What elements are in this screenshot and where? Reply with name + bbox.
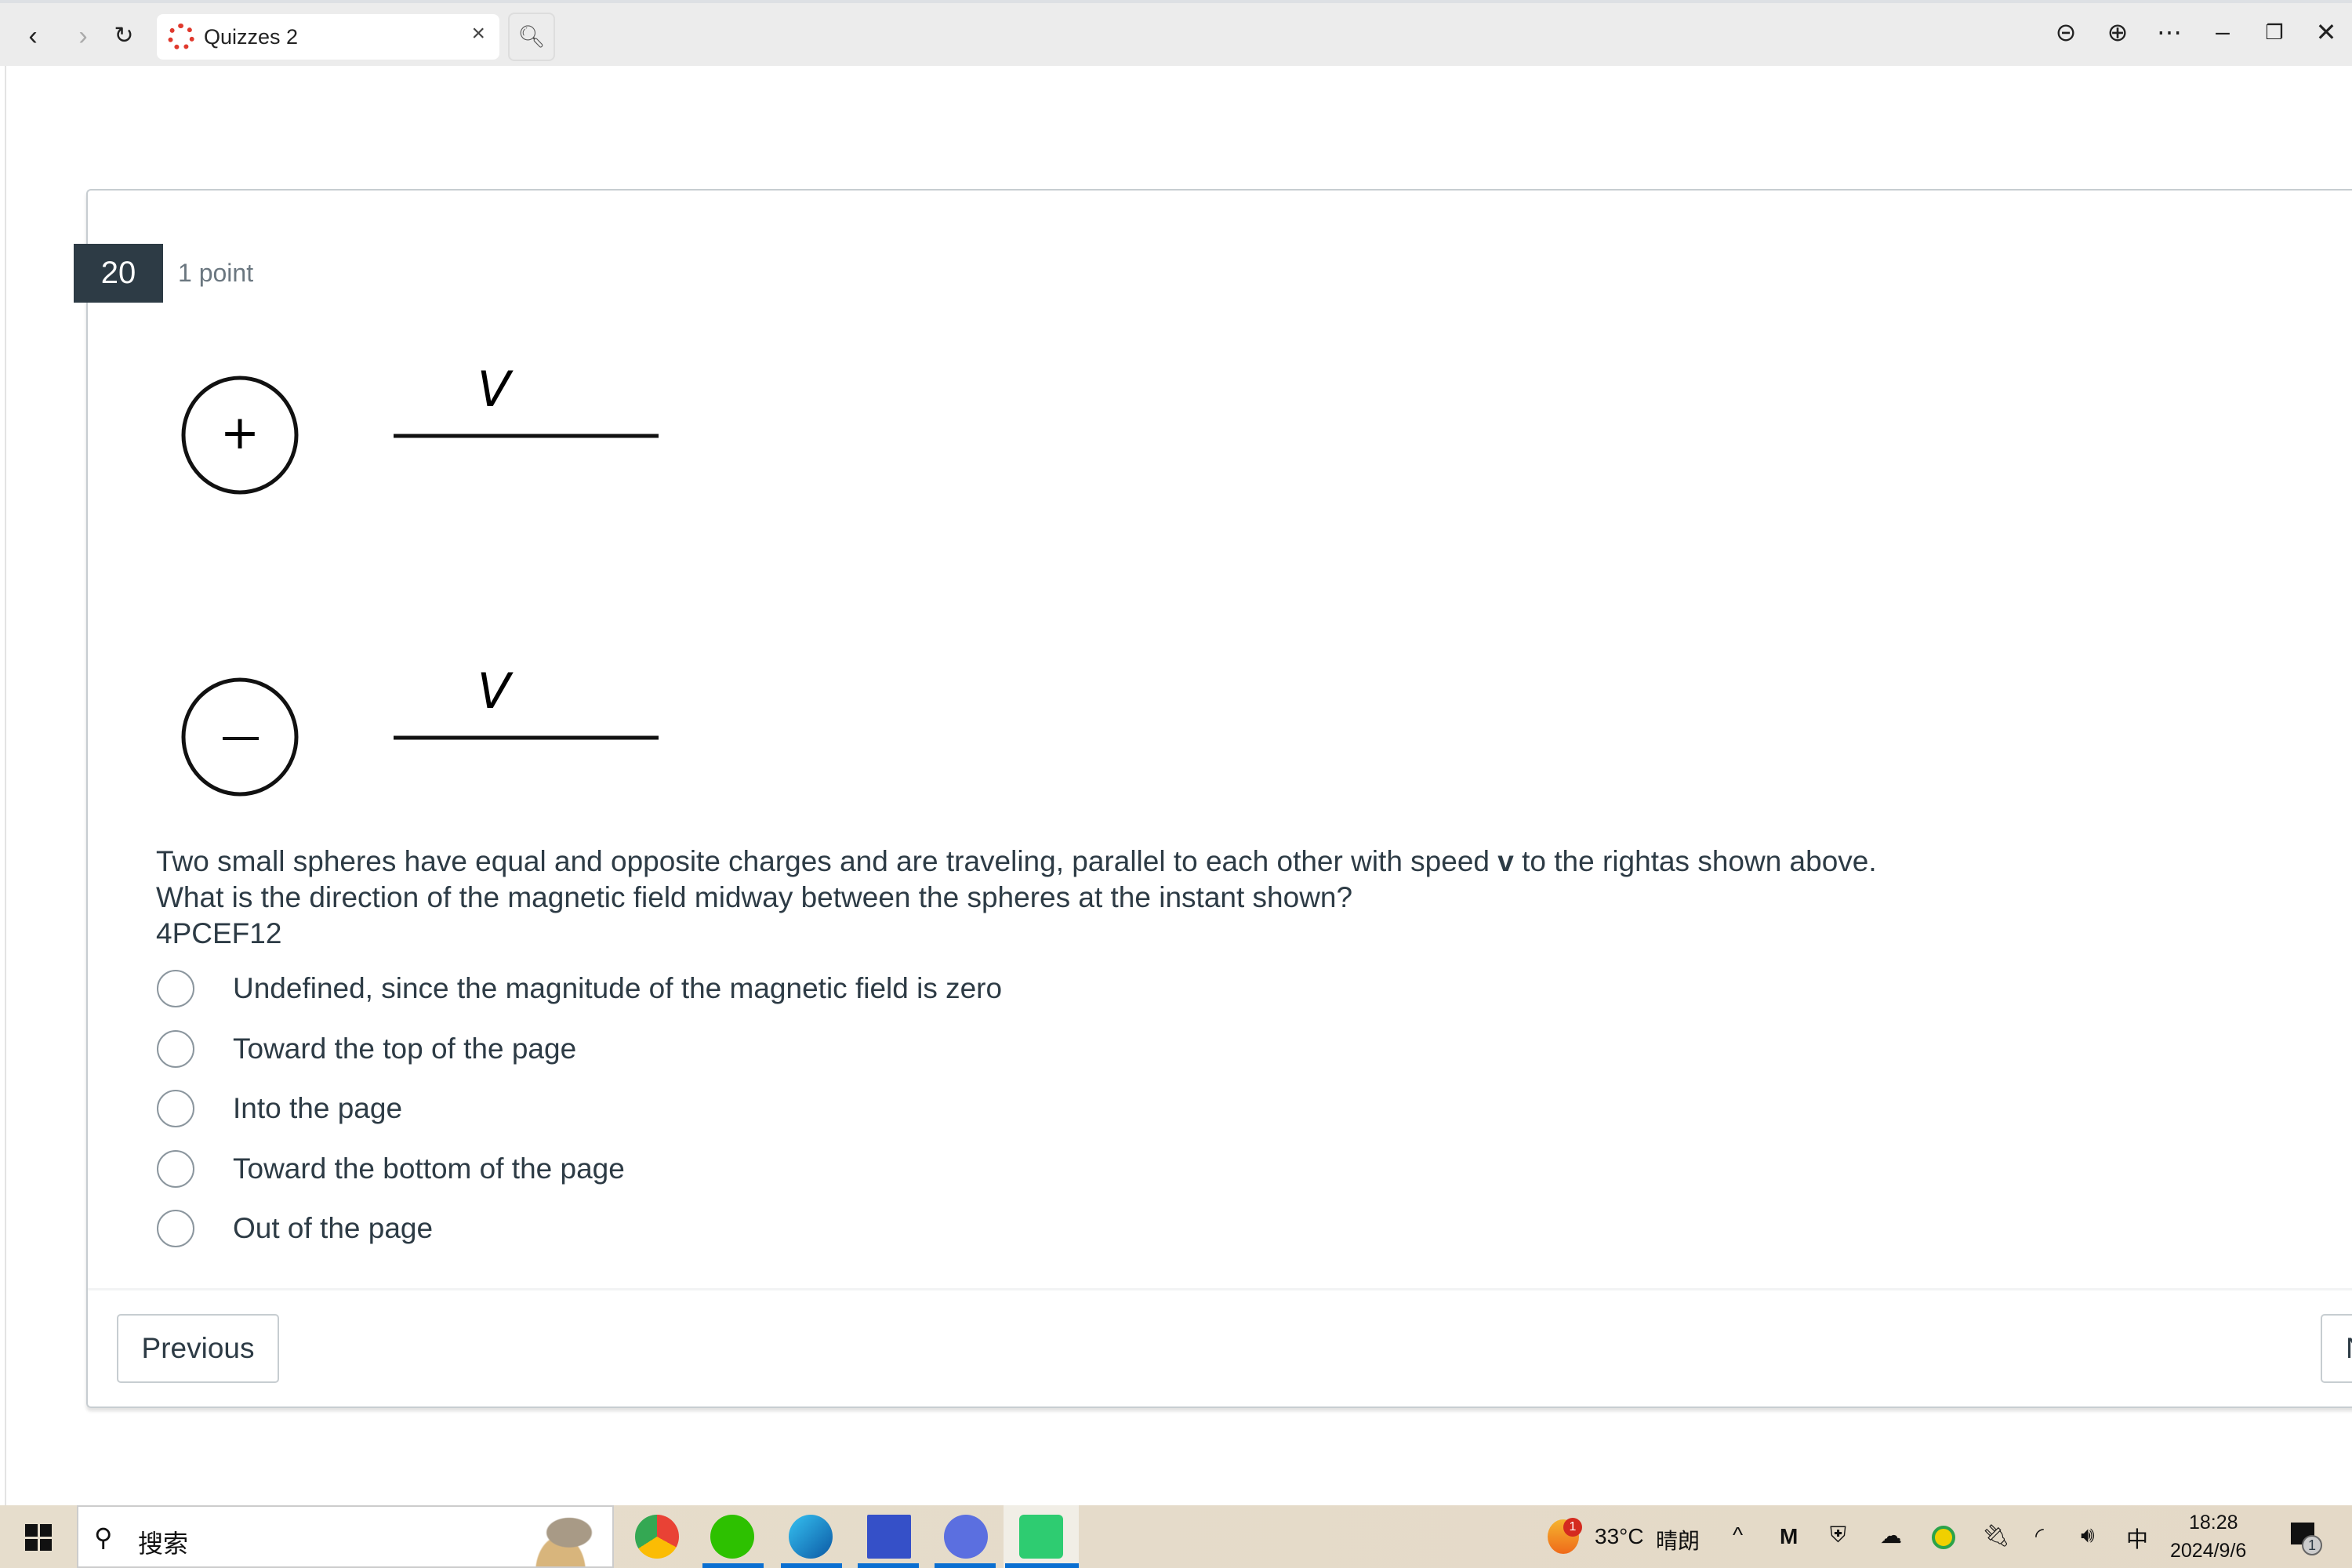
option-radio[interactable] [157,1150,194,1188]
cloud-app-icon[interactable] [944,1515,988,1559]
close-tab-icon[interactable]: × [471,20,485,47]
browser-tab[interactable]: Quizzes 2 × [157,14,499,60]
option-radio[interactable] [157,970,194,1007]
windows-start-icon[interactable] [25,1524,52,1551]
taskbar: ⚲ 搜索 1 33°C 晴朗 ^ M ⛨ ☁ 🔌︎ ◜ 🔊︎ 中 18:28 2… [0,1505,2352,1568]
weather-badge: 1 [1563,1518,1582,1537]
canvas-logo-icon [168,24,194,50]
close-window-icon[interactable]: ✕ [2307,17,2346,47]
refresh-icon[interactable]: ↻ [107,19,141,53]
volume-icon[interactable]: 🔊︎ [2081,1523,2095,1548]
question-text-line2: What is the direction of the magnetic fi… [156,881,1353,913]
restore-icon[interactable]: ❐ [2255,20,2294,45]
clock-date[interactable]: 2024/9/6 [2170,1540,2246,1563]
ime-indicator[interactable]: 中 [2126,1523,2148,1554]
tab-title: Quizzes 2 [204,25,299,49]
wifi-icon[interactable]: ◜ [2035,1523,2044,1548]
question-points: 1 point [178,259,254,287]
question-code: 4PCEF12 [156,917,282,949]
chrome-icon[interactable] [635,1515,679,1559]
next-button[interactable]: N [2321,1314,2352,1383]
weather-temp[interactable]: 33°C [1595,1524,1644,1549]
plus-sign: + [220,405,260,460]
velocity-arrow-top: V [394,361,659,438]
option-label[interactable]: Toward the top of the page [233,1033,576,1065]
m-app-icon[interactable]: M [1780,1524,1798,1549]
question-text-line1: Two small spheres have equal and opposit… [156,845,1877,877]
clock-time[interactable]: 18:28 [2189,1512,2238,1534]
wechat-screen-icon[interactable] [1019,1515,1063,1559]
option-label[interactable]: Undefined, since the magnitude of the ma… [233,972,1002,1005]
taskbar-search-box[interactable]: ⚲ 搜索 [77,1505,614,1568]
weather-desc[interactable]: 晴朗 [1656,1524,1700,1555]
chevron-up-icon[interactable]: ^ [1733,1523,1743,1548]
option-radio[interactable] [157,1030,194,1068]
option-label[interactable]: Out of the page [233,1212,433,1245]
bird-illustration [517,1510,604,1566]
velocity-arrow-bottom: V [394,662,659,740]
search-icon: ⚲ [94,1523,113,1552]
divider [88,1288,2352,1290]
more-icon[interactable]: ⋯ [2150,17,2189,47]
back-icon[interactable]: ‹ [16,19,50,53]
previous-button[interactable]: Previous [117,1314,279,1383]
wechat-icon[interactable] [710,1515,754,1559]
option-radio[interactable] [157,1210,194,1247]
question-number: 20 [74,244,163,303]
option-label[interactable]: Into the page [233,1092,402,1125]
forward-icon[interactable]: › [66,19,100,53]
globe-icon[interactable]: ⊕ [2098,17,2137,47]
velocity-label: V [477,662,514,720]
minimize-icon[interactable]: – [2203,17,2242,46]
edge-icon[interactable] [789,1515,833,1559]
browser-toolbar: ‹ › ↻ Quizzes 2 × 🔍︎ ⊝ ⊕ ⋯ – ❐ ✕ [0,0,2352,66]
download-icon[interactable]: ⊝ [2046,17,2085,47]
plus-app-icon[interactable] [1932,1526,1955,1549]
cloud-sync-icon[interactable]: ☁ [1880,1523,1902,1548]
option-label[interactable]: Toward the bottom of the page [233,1152,625,1185]
charges-diagram: + V − V [181,361,659,797]
search-tabs-icon[interactable]: 🔍︎ [508,13,555,61]
velocity-label: V [477,361,514,418]
battery-plug-icon[interactable]: 🔌︎ [1982,1523,2010,1548]
positive-sphere: + [181,376,299,495]
page-edge [5,66,6,1505]
notification-count: 1 [2302,1535,2322,1555]
security-shield-icon[interactable]: ⛨ [1830,1523,1846,1548]
search-placeholder: 搜索 [138,1530,189,1558]
option-radio[interactable] [157,1090,194,1127]
app-star-icon[interactable] [867,1515,911,1559]
